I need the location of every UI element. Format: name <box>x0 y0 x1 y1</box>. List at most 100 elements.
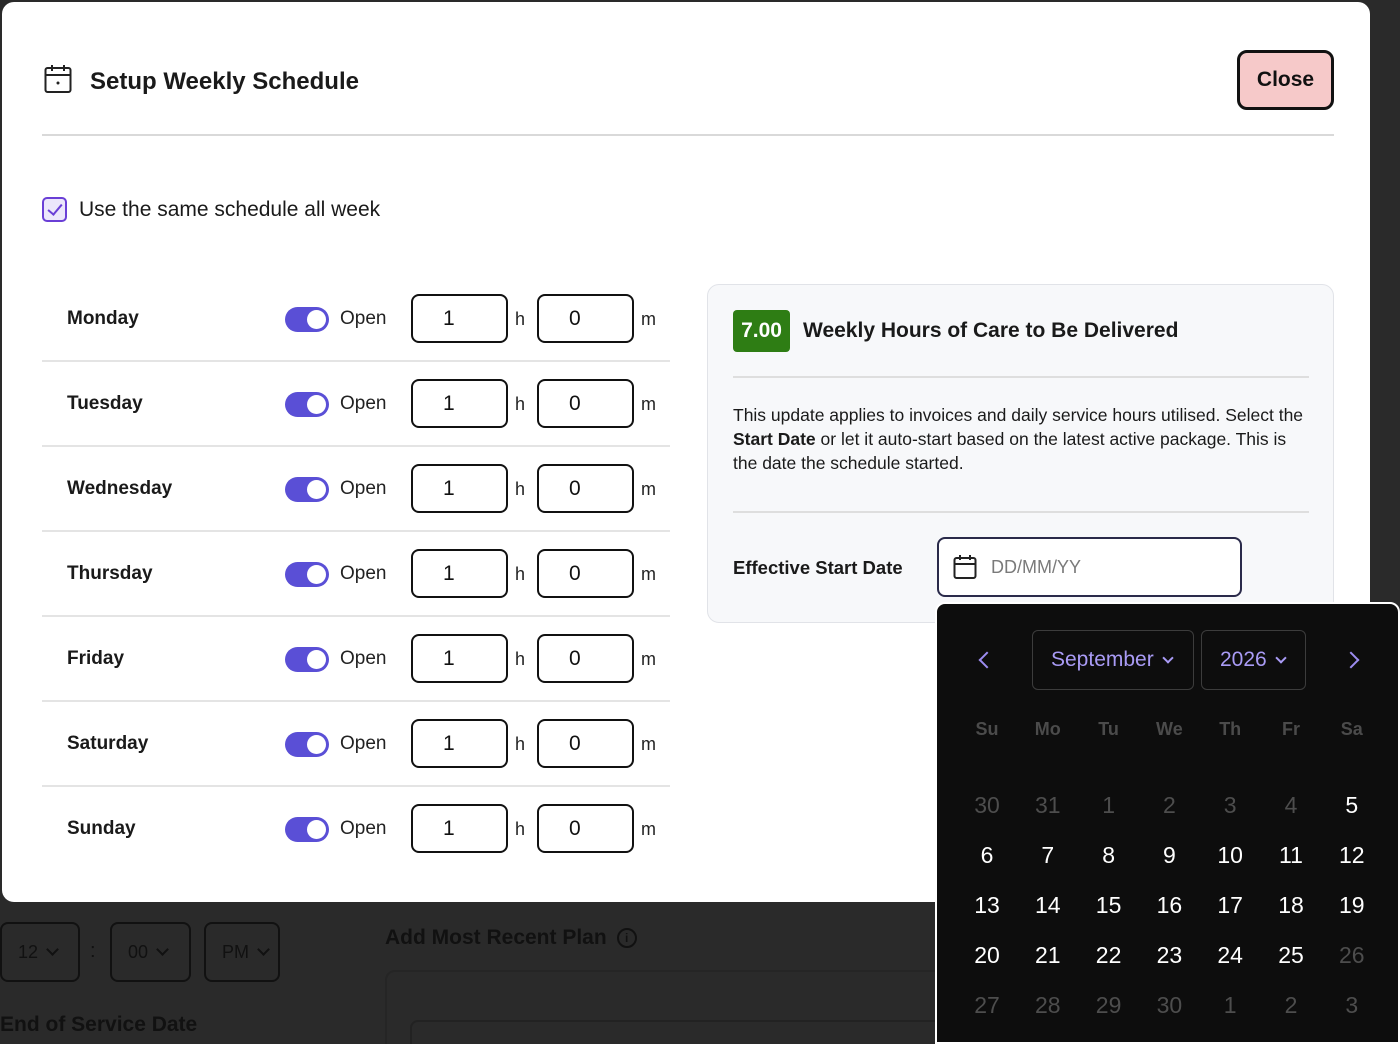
calendar-day[interactable]: 26 <box>1322 942 1382 969</box>
minutes-input[interactable]: 0 <box>537 464 634 513</box>
month-select[interactable]: September <box>1032 630 1194 690</box>
bg-ampm-select[interactable]: PM <box>204 922 280 982</box>
year-select[interactable]: 2026 <box>1201 630 1306 690</box>
calendar-day[interactable]: 8 <box>1079 842 1139 869</box>
calendar-day[interactable]: 18 <box>1261 892 1321 919</box>
hours-input[interactable]: 1 <box>411 549 508 598</box>
calendar-day[interactable]: 3 <box>1200 792 1260 819</box>
minutes-input[interactable]: 0 <box>537 719 634 768</box>
minutes-input[interactable]: 0 <box>537 634 634 683</box>
calendar-day[interactable]: 17 <box>1200 892 1260 919</box>
minutes-unit: m <box>641 734 656 754</box>
calendar-day[interactable]: 5 <box>1322 792 1382 819</box>
calendar-day[interactable]: 27 <box>957 992 1017 1019</box>
minutes-unit: m <box>641 564 656 584</box>
day-row: Monday Open 1 h 0 m <box>42 277 670 362</box>
calendar-day[interactable]: 15 <box>1079 892 1139 919</box>
day-open-toggle[interactable] <box>285 392 329 417</box>
minutes-input[interactable]: 0 <box>537 379 634 428</box>
day-row: Tuesday Open 1 h 0 m <box>42 362 670 447</box>
calendar-day[interactable]: 23 <box>1139 942 1199 969</box>
day-row: Sunday Open 1 h 0 m <box>42 787 670 872</box>
chevron-down-icon <box>46 943 59 956</box>
weekday-header: Tu <box>1098 719 1119 739</box>
calendar-day[interactable]: 11 <box>1261 842 1321 869</box>
calendar-day[interactable]: 28 <box>1018 992 1078 1019</box>
calendar-day[interactable]: 9 <box>1139 842 1199 869</box>
calendar-day[interactable]: 12 <box>1322 842 1382 869</box>
day-status-label: Open <box>340 733 387 754</box>
chevron-left-icon[interactable] <box>978 651 996 669</box>
hours-input[interactable]: 1 <box>411 719 508 768</box>
day-name: Thursday <box>67 563 153 584</box>
hours-input[interactable]: 1 <box>411 634 508 683</box>
info-icon[interactable]: i <box>616 928 637 948</box>
chevron-down-icon <box>156 943 169 956</box>
calendar-day[interactable]: 13 <box>957 892 1017 919</box>
card-description: This update applies to invoices and dail… <box>733 403 1313 475</box>
start-date-input[interactable]: DD/MM/YY <box>937 537 1242 597</box>
day-name: Wednesday <box>67 478 173 499</box>
day-open-toggle[interactable] <box>285 647 329 672</box>
calendar-day[interactable]: 4 <box>1261 792 1321 819</box>
day-row: Wednesday Open 1 h 0 m <box>42 447 670 532</box>
bg-hour-select[interactable]: 12 <box>0 922 80 982</box>
minutes-input[interactable]: 0 <box>537 294 634 343</box>
day-list: Monday Open 1 h 0 m Tuesday Open 1 h 0 m Wednesday Op… <box>42 277 670 872</box>
hours-input[interactable]: 1 <box>411 804 508 853</box>
same-schedule-checkbox[interactable] <box>42 197 67 222</box>
chevron-down-icon <box>1275 651 1287 664</box>
calendar-day[interactable]: 7 <box>1018 842 1078 869</box>
calendar-day[interactable]: 2 <box>1261 992 1321 1019</box>
close-button[interactable]: Close <box>1237 50 1334 110</box>
hours-input[interactable]: 1 <box>411 379 508 428</box>
calendar-day[interactable]: 19 <box>1322 892 1382 919</box>
same-schedule-row[interactable]: Use the same schedule all week <box>42 197 380 222</box>
same-schedule-label: Use the same schedule all week <box>79 197 381 221</box>
calendar-day[interactable]: 14 <box>1018 892 1078 919</box>
divider <box>733 376 1309 378</box>
calendar-day[interactable]: 29 <box>1079 992 1139 1019</box>
calendar-day[interactable]: 21 <box>1018 942 1078 969</box>
calendar-day[interactable]: 3 <box>1322 992 1382 1019</box>
weekday-header: Su <box>975 719 999 739</box>
calendar-icon <box>953 555 977 579</box>
day-open-toggle[interactable] <box>285 817 329 842</box>
date-picker: September 2026 Su Mo Tu We Th Fr Sa 30 31 1 2 3 4 5 6 7… <box>935 602 1400 1044</box>
day-open-toggle[interactable] <box>285 477 329 502</box>
calendar-day[interactable]: 10 <box>1200 842 1260 869</box>
hours-badge: 7.00 <box>733 310 790 352</box>
day-open-toggle[interactable] <box>285 732 329 757</box>
day-row: Friday Open 1 h 0 m <box>42 617 670 702</box>
hours-input[interactable]: 1 <box>411 464 508 513</box>
calendar-day[interactable]: 1 <box>1079 792 1139 819</box>
bg-minute-value: 00 <box>128 941 149 962</box>
day-name: Monday <box>67 308 139 329</box>
bg-minute-select[interactable]: 00 <box>110 922 191 982</box>
day-open-toggle[interactable] <box>285 307 329 332</box>
calendar-day[interactable]: 2 <box>1139 792 1199 819</box>
minutes-unit: m <box>641 309 656 329</box>
calendar-day[interactable]: 1 <box>1200 992 1260 1019</box>
day-name: Friday <box>67 648 125 669</box>
chevron-right-icon[interactable] <box>1342 651 1360 669</box>
day-name: Sunday <box>67 818 136 839</box>
calendar-day[interactable]: 30 <box>957 792 1017 819</box>
calendar-day[interactable]: 25 <box>1261 942 1321 969</box>
calendar-day[interactable]: 31 <box>1018 792 1078 819</box>
day-open-toggle[interactable] <box>285 562 329 587</box>
calendar-day[interactable]: 22 <box>1079 942 1139 969</box>
calendar-day[interactable]: 24 <box>1200 942 1260 969</box>
calendar-day[interactable]: 6 <box>957 842 1017 869</box>
minutes-unit: m <box>641 479 656 499</box>
bg-end-service-label: End of Service Date <box>0 1013 198 1036</box>
hours-unit: h <box>515 734 526 754</box>
hours-input[interactable]: 1 <box>411 294 508 343</box>
calendar-day[interactable]: 30 <box>1139 992 1199 1019</box>
calendar-day[interactable]: 16 <box>1139 892 1199 919</box>
minutes-input[interactable]: 0 <box>537 549 634 598</box>
minutes-input[interactable]: 0 <box>537 804 634 853</box>
hours-unit: h <box>515 649 526 669</box>
calendar-day[interactable]: 20 <box>957 942 1017 969</box>
bg-plan-input[interactable] <box>410 1020 970 1044</box>
